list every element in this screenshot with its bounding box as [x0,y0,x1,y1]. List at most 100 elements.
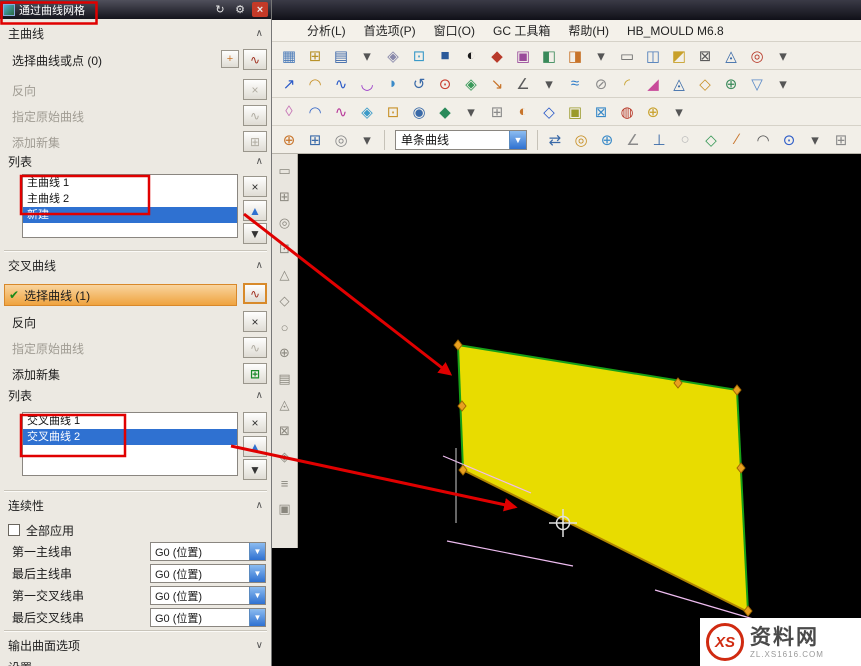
toolbar-icon[interactable]: ∠ [511,72,535,96]
toolbar-icon[interactable]: ⊞ [274,184,296,210]
section-header-list-main[interactable]: 列表 ∧ [0,152,271,170]
toolbar-icon[interactable]: ◐ [459,44,483,68]
toolbar-icon[interactable]: ◡ [355,72,379,96]
original-curve-button-cross[interactable]: ∿ [243,337,267,358]
toolbar-icon[interactable]: ⊠ [274,418,296,444]
menu-item[interactable]: GC 工具箱 [484,20,559,41]
list-item[interactable]: 新建 [23,207,237,223]
toolbar-icon[interactable]: ⊞ [303,44,327,68]
move-down-button[interactable]: ▼ [243,223,267,244]
point-dialog-button[interactable]: + [221,50,239,68]
curve-rule-dropdown[interactable]: 单条曲线 ▼ [395,130,527,150]
reverse-button-cross[interactable]: × [243,311,267,332]
toolbar-icon[interactable]: ■ [433,44,457,68]
toolbar-icon[interactable]: ◨ [563,44,587,68]
toolbar-icon[interactable]: ⊥ [647,128,671,152]
toolbar-icon[interactable]: ◢ [641,72,665,96]
toolbar-icon[interactable]: ◇ [274,288,296,314]
list-item[interactable]: 交叉曲线 1 [23,413,237,429]
add-new-set-button-cross[interactable]: ⊞ [243,363,267,384]
continuity-dropdown[interactable]: G0 (位置) ▼ [150,542,266,561]
original-curve-button-main[interactable]: ∿ [243,105,267,126]
toolbar-icon[interactable]: ◆ [485,44,509,68]
dialog-options-icon[interactable]: ⚙ [232,2,248,17]
apply-all-checkbox[interactable] [8,524,20,536]
toolbar-icon[interactable]: ◜ [615,72,639,96]
toolbar-icon[interactable]: ∿ [329,100,353,124]
toolbar-icon[interactable]: ◬ [667,72,691,96]
chevron-up-icon[interactable]: ∧ [256,28,263,39]
section-header-continuity[interactable]: 连续性 ∧ [0,496,271,514]
toolbar-icon[interactable]: ◇ [693,72,717,96]
toolbar-icon[interactable]: ⊡ [274,236,296,262]
toolbar-icon[interactable]: ∠ [621,128,645,152]
toolbar-icon[interactable]: ▭ [274,158,296,184]
toolbar-icon[interactable]: ⊠ [589,100,613,124]
chevron-down-icon[interactable]: ▼ [249,587,265,604]
toolbar-icon[interactable]: ▾ [667,100,691,124]
toolbar-icon[interactable]: ⊕ [595,128,619,152]
toolbar-icon[interactable]: ▽ [745,72,769,96]
toolbar-icon[interactable]: ⊘ [589,72,613,96]
toolbar-icon[interactable]: ▦ [277,44,301,68]
continuity-dropdown[interactable]: G0 (位置) ▼ [150,564,266,583]
menu-item[interactable]: HB_MOULD M6.8 [618,20,733,41]
menu-item[interactable]: 首选项(P) [355,20,425,41]
section-header-output[interactable]: 输出曲面选项 ∨ [0,636,271,654]
dialog-titlebar[interactable]: 通过曲线网格 ↻ ⚙ × [0,0,271,19]
toolbar-icon[interactable]: ▣ [511,44,535,68]
toolbar-icon[interactable]: ⊕ [641,100,665,124]
reverse-button-main[interactable]: × [243,79,267,100]
toolbar-icon[interactable]: ◎ [745,44,769,68]
toolbar-icon[interactable]: ⊙ [777,128,801,152]
graphics-viewport[interactable]: ▭⊞◎⊡△◇○⊕▤◬⊠◈≡▣ [272,154,861,666]
toolbar-icon[interactable]: ◎ [569,128,593,152]
toolbar-icon[interactable]: ◩ [667,44,691,68]
move-up-button[interactable]: ▲ [243,200,267,221]
toolbar-icon[interactable]: ◬ [274,392,296,418]
menu-item[interactable]: 分析(L) [298,20,355,41]
toolbar-icon[interactable]: ◬ [855,128,861,152]
remove-list-item-button[interactable]: × [243,176,267,197]
toolbar-icon[interactable]: ◊ [277,100,301,124]
toolbar-icon[interactable]: ↘ [485,72,509,96]
toolbar-icon[interactable]: ▾ [537,72,561,96]
section-header-cross-curves[interactable]: 交叉曲线 ∧ [0,256,271,274]
toolbar-icon[interactable]: ≡ [274,470,296,496]
toolbar-icon[interactable]: ⇄ [543,128,567,152]
toolbar-icon[interactable]: ▭ [615,44,639,68]
toolbar-icon[interactable]: ⊕ [274,340,296,366]
toolbar-icon[interactable]: ▤ [329,44,353,68]
move-down-button[interactable]: ▼ [243,459,267,480]
toolbar-icon[interactable]: ◠ [751,128,775,152]
toolbar-icon[interactable]: ▾ [589,44,613,68]
toolbar-icon[interactable]: ◫ [641,44,665,68]
toolbar-icon[interactable]: ↺ [407,72,431,96]
curve-select-button-cross[interactable]: ∿ [243,283,267,304]
menu-item[interactable]: 窗口(O) [425,20,484,41]
toolbar-icon[interactable]: ◈ [381,44,405,68]
toolbar-icon[interactable]: ▤ [274,366,296,392]
chevron-down-icon[interactable]: ▼ [249,543,265,560]
section-header-settings[interactable]: 设置 [0,658,271,666]
toolbar-icon[interactable]: ◎ [329,128,353,152]
remove-list-item-button[interactable]: × [243,412,267,433]
chevron-up-icon[interactable]: ∧ [256,156,263,167]
toolbar-icon[interactable]: ⊕ [719,72,743,96]
toolbar-icon[interactable]: ⊞ [303,128,327,152]
section-header-main-curves[interactable]: 主曲线 ∧ [0,24,271,42]
continuity-dropdown[interactable]: G0 (位置) ▼ [150,586,266,605]
toolbar-icon[interactable]: ◉ [407,100,431,124]
toolbar-icon[interactable]: ▾ [771,72,795,96]
dialog-close-button[interactable]: × [252,2,268,17]
chevron-down-icon[interactable]: ▼ [509,131,526,149]
toolbar-icon[interactable]: ◬ [719,44,743,68]
chevron-down-icon[interactable]: ▼ [249,609,265,626]
toolbar-icon[interactable]: ◇ [699,128,723,152]
add-new-set-button-main[interactable]: ⊞ [243,131,267,152]
chevron-up-icon[interactable]: ∧ [256,260,263,271]
toolbar-icon[interactable]: ▾ [355,128,379,152]
toolbar-icon[interactable]: ◆ [433,100,457,124]
toolbar-icon[interactable]: ◠ [303,72,327,96]
toolbar-icon[interactable]: ◗ [381,72,405,96]
